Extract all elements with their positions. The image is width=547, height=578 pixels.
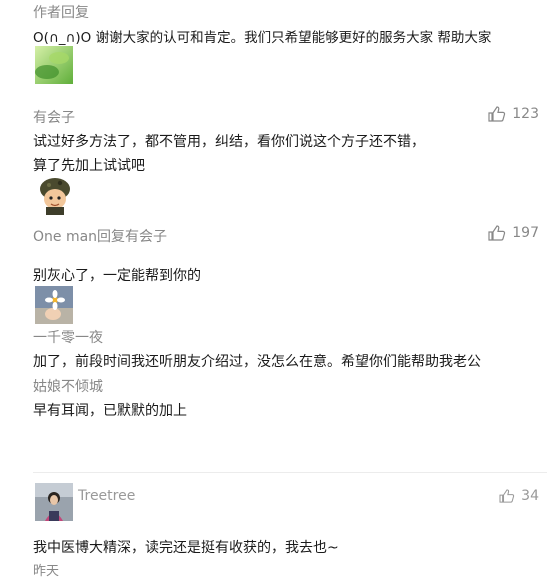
cartoon-soldier-avatar[interactable] xyxy=(35,175,75,215)
green-leaf-avatar[interactable] xyxy=(35,46,73,84)
comment-author[interactable]: Treetree xyxy=(78,488,135,504)
like-count: 197 xyxy=(512,225,539,241)
like-button[interactable]: 34 xyxy=(499,488,539,504)
comment-author[interactable]: 有会子 xyxy=(33,107,75,127)
like-count: 123 xyxy=(512,106,539,122)
thumbs-up-icon xyxy=(488,106,506,122)
comment-text-line: 算了先加上试试吧 xyxy=(33,158,145,174)
comment-text: 别灰心了，一定能帮到你的 xyxy=(33,268,201,284)
comment-text: O(∩_∩)O 谢谢大家的认可和肯定。我们只希望能够更好的服务大家 帮助大家 xyxy=(33,30,492,46)
like-button[interactable]: 123 xyxy=(488,106,539,122)
comment-text: 加了，前段时间我还听朋友介绍过，没怎么在意。希望你们能帮助我老公 xyxy=(33,354,481,370)
thumbs-up-icon xyxy=(499,489,515,503)
flower-hand-avatar[interactable] xyxy=(35,286,73,324)
divider xyxy=(33,472,547,473)
comment-author[interactable]: One man回复有会子 xyxy=(33,226,167,246)
thumbs-up-icon xyxy=(488,225,506,241)
girl-photo-avatar[interactable] xyxy=(35,483,73,521)
comment-author[interactable]: 一千零一夜 xyxy=(33,327,103,347)
comment-author[interactable]: 姑娘不倾城 xyxy=(33,376,103,396)
comment-author[interactable]: 作者回复 xyxy=(33,2,89,22)
comment-text: 早有耳闻，已默默的加上 xyxy=(33,403,187,419)
comment-timestamp: 昨天 xyxy=(33,564,60,578)
like-count: 34 xyxy=(521,488,539,504)
comment-text: 我中医博大精深，读完还是挺有收获的，我去也~ xyxy=(33,540,339,556)
like-button[interactable]: 197 xyxy=(488,225,539,241)
comment-text-line: 试过好多方法了，都不管用，纠结，看你们说这个方子还不错， xyxy=(33,134,425,150)
